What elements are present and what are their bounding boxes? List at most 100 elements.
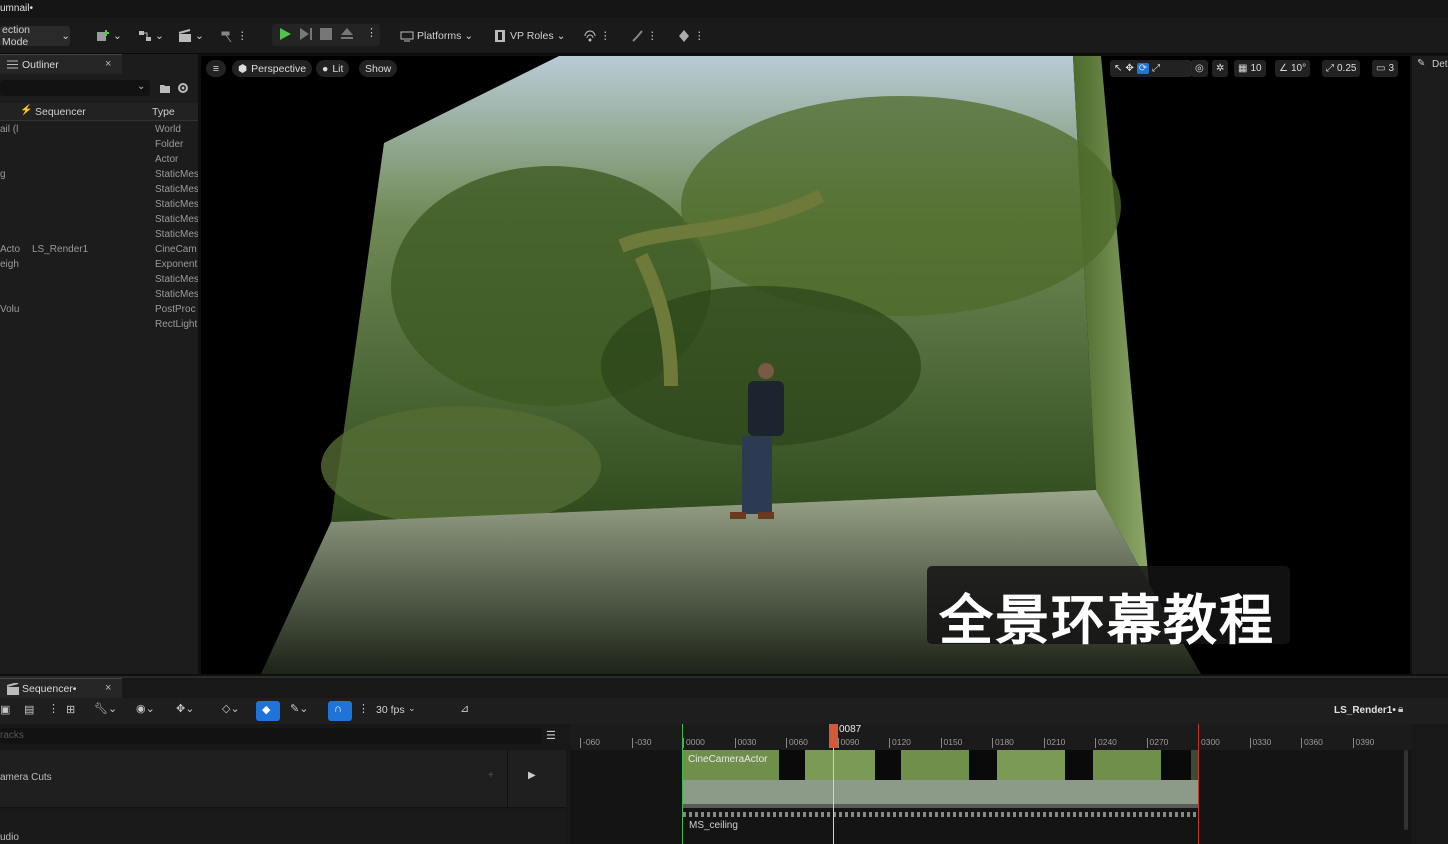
outliner-search-input[interactable]: ⌄ — [0, 80, 150, 96]
surface-snap-button[interactable]: ✲ — [1212, 60, 1229, 77]
selection-mode-dropdown[interactable]: ection Mode ⌄ — [0, 24, 70, 48]
close-icon[interactable]: × — [105, 682, 111, 694]
caption-overlay: 全景环幕教程 — [927, 566, 1290, 652]
lock-icon[interactable]: 🔒︎ — [1398, 704, 1403, 715]
camera-speed-button[interactable]: ▭ 3 — [1372, 60, 1399, 77]
outliner-tab-label: Outliner — [22, 59, 59, 71]
timeline-scrollbar[interactable] — [1404, 750, 1408, 830]
angle-icon: ∠ — [1279, 63, 1288, 74]
build-button[interactable]: ⋮ — [220, 26, 248, 46]
outliner-row[interactable]: StaticMes — [0, 273, 198, 288]
render-movie-icon[interactable]: ▤ — [24, 703, 34, 716]
rotation-snap-button[interactable]: ∠ 10° — [1275, 60, 1311, 77]
range-start-marker[interactable] — [682, 724, 683, 844]
more-options-icon[interactable]: ⋮ — [48, 702, 59, 715]
tab-sequencer[interactable]: Sequencer• × — [0, 678, 122, 698]
auto-key-button[interactable]: ◆ — [256, 701, 280, 721]
more-options-icon[interactable]: ⋮ — [600, 30, 611, 42]
key-diamond-icon[interactable]: ◇⌄ — [222, 702, 240, 715]
clip-label: CineCameraActor — [688, 754, 768, 765]
playhead-handle[interactable] — [829, 724, 838, 748]
outliner-row[interactable]: Folder — [0, 138, 198, 153]
show-button[interactable]: Show — [359, 60, 398, 77]
select-arrow-icon[interactable]: ↖ — [1114, 63, 1122, 74]
outliner-row[interactable]: StaticMes — [0, 198, 198, 213]
outliner-row[interactable]: ail (l World — [0, 123, 198, 138]
stop-icon[interactable] — [320, 28, 332, 40]
filter-icon[interactable]: ☰ — [546, 729, 556, 742]
rotate-icon[interactable]: ⟳ — [1136, 63, 1150, 74]
gear-icon[interactable] — [177, 82, 189, 94]
details-tab-label[interactable]: Det — [1432, 59, 1448, 70]
outliner-row[interactable]: StaticMes — [0, 228, 198, 243]
details-panel: ✎ Det — [1412, 56, 1448, 674]
platforms-dropdown[interactable]: Platforms ⌄ — [400, 26, 473, 46]
curve-editor-icon[interactable]: ⊿ — [460, 702, 469, 715]
modes-button[interactable]: ⋮ — [630, 26, 658, 46]
add-folder-icon[interactable] — [159, 82, 171, 94]
column-sequencer[interactable]: Sequencer — [35, 106, 86, 118]
tab-outliner[interactable]: Outliner × — [0, 54, 122, 74]
perspective-button[interactable]: ⬢ Perspective — [232, 60, 313, 77]
outliner-row[interactable]: g StaticMes — [0, 168, 198, 183]
grid-snap-button[interactable]: ▦ 10 — [1234, 60, 1266, 77]
antenna-icon — [584, 30, 596, 42]
step-forward-icon[interactable] — [299, 27, 313, 41]
outliner-row[interactable]: StaticMes — [0, 183, 198, 198]
outliner-item-type: Actor — [155, 154, 179, 165]
more-options-icon[interactable]: ⋮ — [358, 702, 369, 715]
title-bar: umnail• — [0, 0, 1448, 18]
ruler-tick-label: 0060 — [786, 738, 808, 748]
camera-add-icon[interactable]: ▣ — [0, 703, 10, 716]
track-search-input[interactable]: racks — [0, 728, 542, 744]
outliner-row[interactable]: StaticMes — [0, 288, 198, 303]
snap-toggle-button[interactable]: ∩ — [328, 701, 352, 721]
blueprint-button[interactable]: ⌄ — [138, 26, 164, 46]
film-icon — [495, 30, 505, 42]
play-options-icon[interactable]: ⋮ — [366, 26, 377, 39]
outliner-item-type: StaticMes — [155, 184, 198, 195]
camera-cut-clip[interactable]: CineCameraActor — [683, 750, 1199, 808]
vp-roles-dropdown[interactable]: VP Roles ⌄ — [493, 26, 565, 46]
outliner-row[interactable]: Acto LS_Render1 CineCam — [0, 243, 198, 258]
settings-button[interactable]: ⋮ — [677, 26, 705, 46]
add-actor-button[interactable]: ⌄ — [96, 26, 122, 46]
cinematics-button[interactable]: ⌄ — [178, 26, 204, 46]
sequencer-toolbar: ▣ ▤ ⋮ ⊞ 🔧︎⌄ ◉⌄ ✥⌄ ◇⌄ ✎⌄ ⋮ ⌄ ⊿ — [0, 698, 1448, 724]
add-track-icon[interactable]: + — [488, 770, 494, 781]
column-type[interactable]: Type — [152, 106, 175, 118]
pen-icon[interactable]: ✎⌄ — [290, 702, 308, 715]
close-icon[interactable]: × — [105, 58, 111, 70]
outliner-row[interactable]: eigh Exponent — [0, 258, 198, 273]
eject-icon[interactable] — [340, 27, 354, 41]
track-options-icon[interactable]: ⊞ — [66, 703, 75, 716]
outliner-row[interactable]: Volu PostProc — [0, 303, 198, 318]
scale-snap-button[interactable]: ⤢ 0.25 — [1322, 60, 1361, 77]
world-space-button[interactable]: ◎ — [1191, 60, 1208, 77]
more-options-icon[interactable]: ⋮ — [647, 30, 658, 42]
camera-cuts-track[interactable]: amera Cuts + ▶ — [0, 750, 566, 808]
outliner-row[interactable]: RectLight — [0, 318, 198, 333]
chevron-down-icon[interactable]: ⌄ — [137, 81, 145, 92]
remote-button[interactable]: ⋮ — [583, 26, 611, 46]
audio-track[interactable]: udio — [0, 810, 566, 844]
view-mode-button[interactable]: ● Lit — [316, 60, 350, 77]
clapper-icon — [7, 683, 19, 695]
range-end-marker[interactable] — [1198, 724, 1199, 844]
outliner-row[interactable]: Actor — [0, 153, 198, 168]
eye-icon[interactable]: ◉⌄ — [136, 702, 155, 715]
play-icon[interactable] — [278, 27, 292, 41]
scale-icon[interactable]: ⤢ — [1152, 63, 1160, 74]
film-strip-icon: ⌄ — [408, 703, 416, 713]
camera-icon[interactable]: ▶ — [528, 770, 536, 781]
wrench-icon[interactable]: 🔧︎⌄ — [94, 702, 117, 715]
translate-icon[interactable]: ✥ — [1125, 63, 1133, 74]
ruler-tick-label: 0390 — [1352, 738, 1374, 748]
more-options-icon[interactable]: ⋮ — [694, 30, 705, 42]
more-options-icon[interactable]: ⋮ — [237, 30, 248, 42]
key-options-icon[interactable]: ✥⌄ — [176, 702, 194, 715]
viewport-menu-button[interactable]: ≡ — [206, 60, 226, 77]
blueprint-icon — [139, 31, 151, 41]
fps-dropdown[interactable]: 30 fps — [376, 704, 405, 716]
outliner-row[interactable]: StaticMes — [0, 213, 198, 228]
